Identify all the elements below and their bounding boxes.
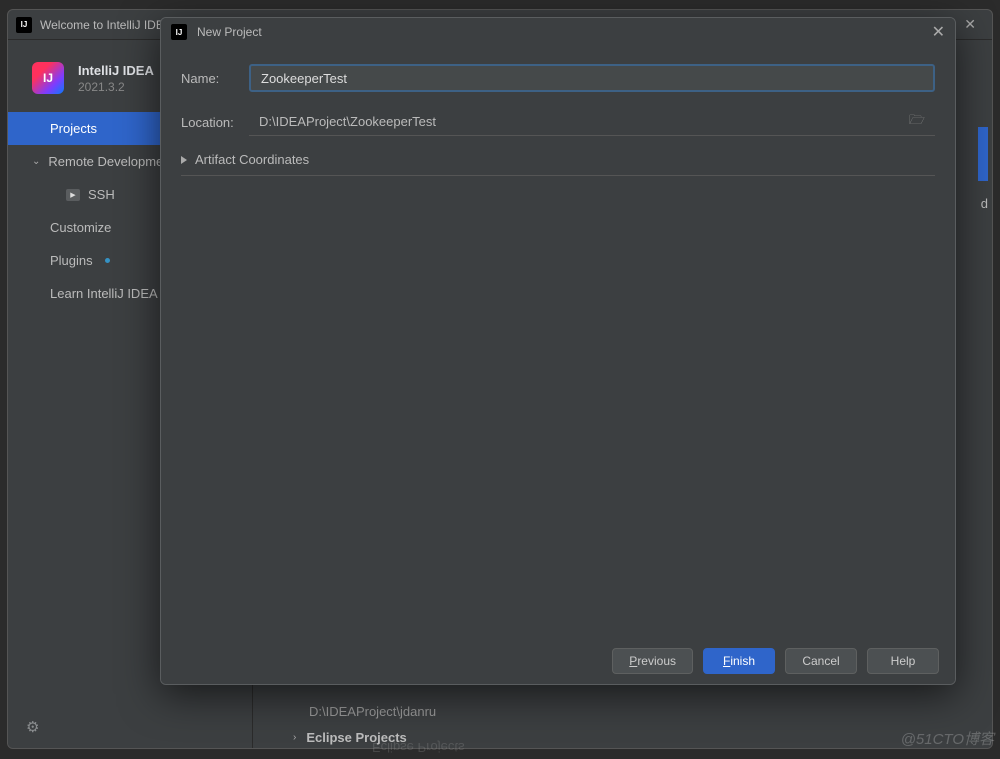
- artifact-label: Artifact Coordinates: [195, 152, 309, 167]
- help-button[interactable]: Help: [867, 648, 939, 674]
- brand-name: IntelliJ IDEA: [78, 63, 154, 78]
- chevron-right-icon: [181, 156, 187, 164]
- update-indicator-icon: [105, 258, 110, 263]
- brand-version: 2021.3.2: [78, 80, 154, 94]
- divider: [181, 175, 935, 176]
- sidebar-item-label: Plugins: [50, 253, 93, 268]
- sidebar-item-label: Customize: [50, 220, 111, 235]
- artifact-coordinates-toggle[interactable]: Artifact Coordinates: [181, 152, 935, 167]
- welcome-title: Welcome to IntelliJ IDEA: [40, 18, 172, 32]
- dialog-title: New Project: [197, 25, 262, 39]
- previous-button[interactable]: Previous: [612, 648, 693, 674]
- location-row: Location: D:\IDEAProject\ZookeeperTest 🗁: [181, 108, 935, 136]
- reflection-text: Eclipse Projects: [372, 740, 464, 755]
- brand-logo: IJ: [32, 62, 64, 94]
- folder-browse-icon[interactable]: 🗁: [909, 111, 925, 133]
- sidebar-item-label: Learn IntelliJ IDEA: [50, 286, 158, 301]
- terminal-icon: ▶: [66, 189, 80, 201]
- dialog-footer: Previous Finish Cancel Help: [161, 638, 955, 684]
- dialog-body: Name: Location: D:\IDEAProject\Zookeeper…: [161, 46, 955, 638]
- ghost-path: D:\IDEAProject\jdanru: [309, 704, 436, 719]
- dialog-titlebar: IJ New Project ✕: [161, 18, 955, 46]
- app-icon: IJ: [171, 24, 187, 40]
- sidebar-item-label: SSH: [88, 187, 115, 202]
- finish-button[interactable]: Finish: [703, 648, 775, 674]
- sidebar-item-label: Projects: [50, 121, 97, 136]
- sidebar-footer: ⚙: [8, 706, 252, 748]
- cancel-button[interactable]: Cancel: [785, 648, 857, 674]
- chevron-down-icon: ⌄: [32, 156, 40, 167]
- dialog-close-button[interactable]: ✕: [932, 22, 945, 42]
- new-project-dialog: IJ New Project ✕ Name: Location: D:\IDEA…: [160, 17, 956, 685]
- app-icon: IJ: [16, 17, 32, 33]
- truncated-text: d: [981, 196, 988, 211]
- chevron-right-icon: ›: [293, 732, 296, 743]
- name-label: Name:: [181, 71, 249, 86]
- project-name-input[interactable]: [249, 64, 935, 92]
- selection-strip: [978, 127, 988, 181]
- location-label: Location:: [181, 115, 249, 130]
- project-location-field[interactable]: D:\IDEAProject\ZookeeperTest 🗁: [249, 108, 935, 136]
- gear-icon[interactable]: ⚙: [26, 719, 39, 736]
- close-button[interactable]: ✕: [964, 16, 976, 33]
- sidebar-item-label: Remote Development: [48, 154, 174, 169]
- location-value: D:\IDEAProject\ZookeeperTest: [259, 114, 436, 129]
- name-row: Name:: [181, 64, 935, 92]
